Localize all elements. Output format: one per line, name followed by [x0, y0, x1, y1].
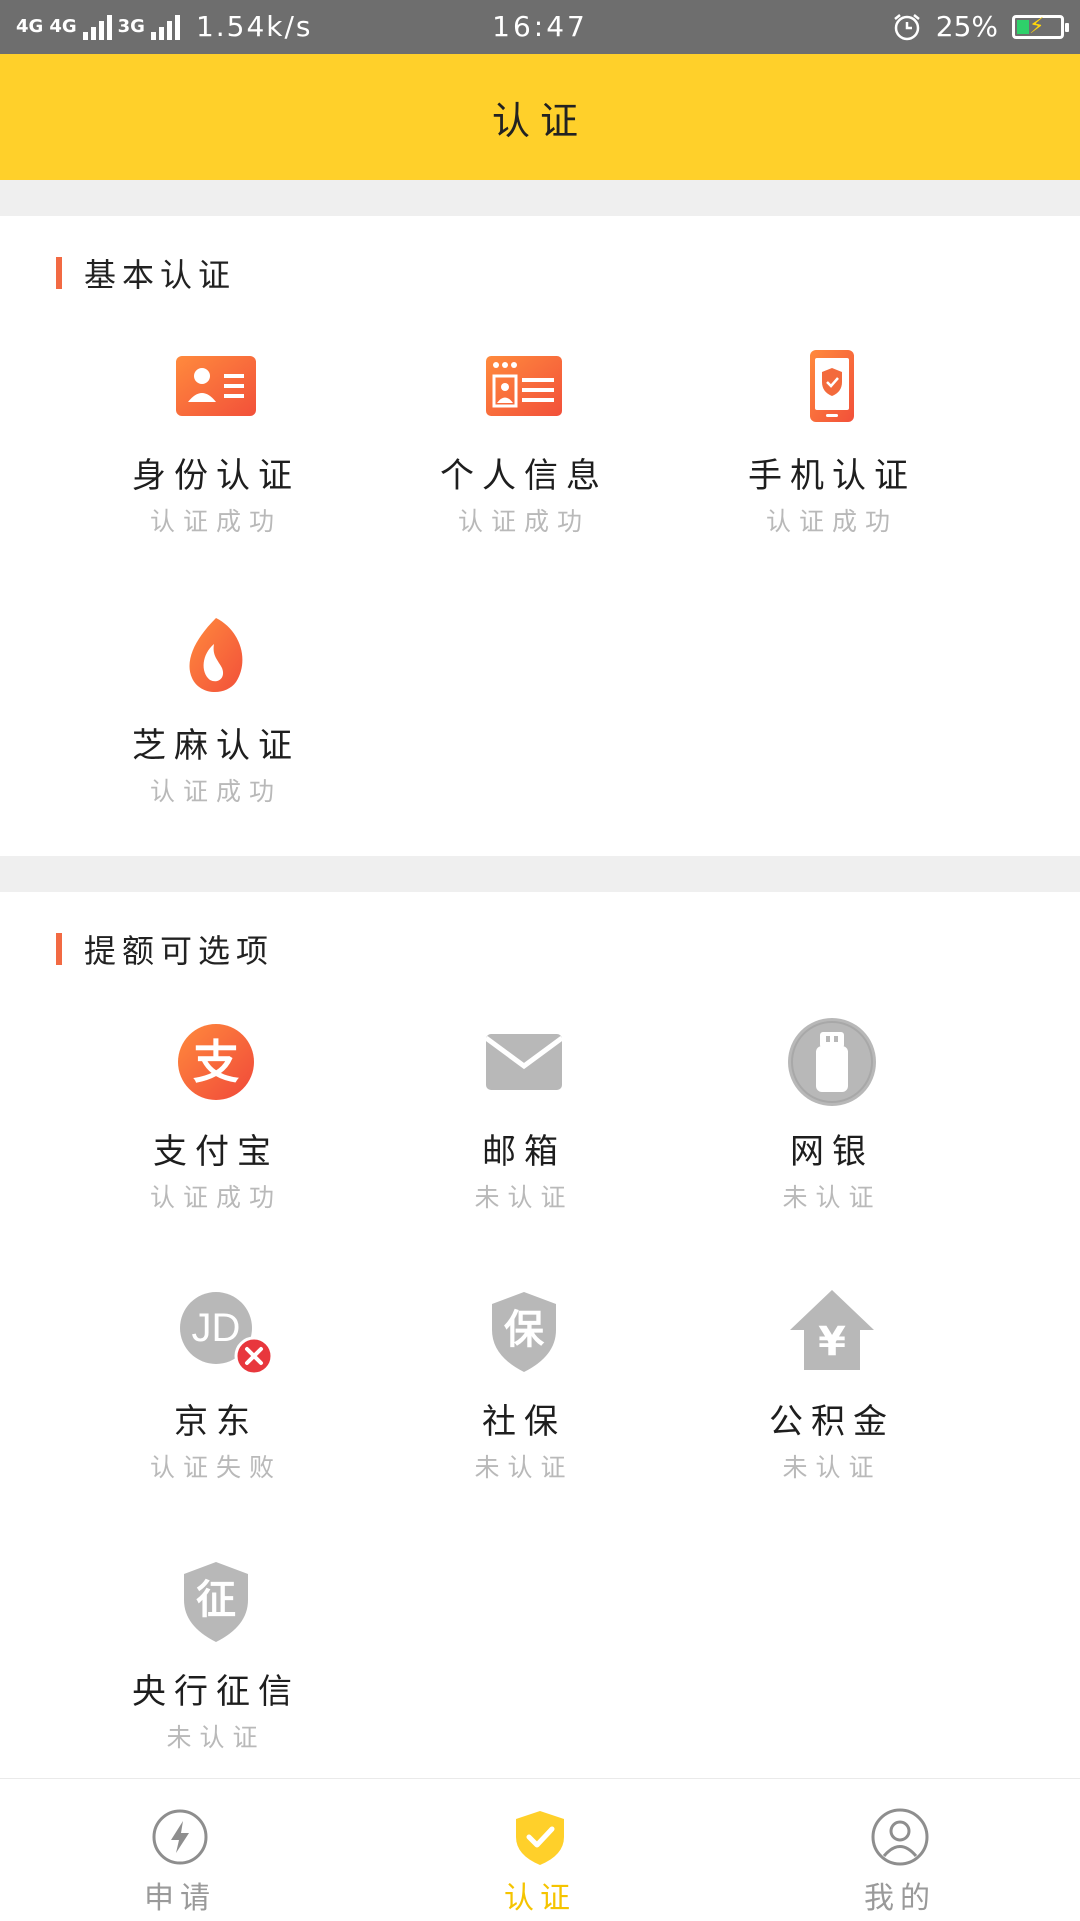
browser-profile-icon	[478, 340, 570, 432]
tile-jd[interactable]: JD 京东 认证失败	[66, 1286, 366, 1484]
tile-label: 支付宝	[153, 1132, 279, 1172]
tile-status: 认证成功	[765, 507, 898, 536]
tile-label: 手机认证	[748, 456, 916, 496]
section-title: 基本认证	[84, 256, 237, 294]
alipay-icon: 支	[170, 1016, 262, 1108]
social-security-icon: 保	[478, 1286, 570, 1378]
sesame-icon	[170, 610, 262, 702]
tile-mail[interactable]: 邮箱 未认证	[374, 1016, 674, 1214]
housing-fund-icon: ¥	[786, 1286, 878, 1378]
mail-icon	[478, 1016, 570, 1108]
section-marker	[56, 257, 62, 289]
lightning-icon	[150, 1807, 210, 1867]
tile-online-banking[interactable]: 网银 未认证	[682, 1016, 982, 1214]
jd-icon: JD	[170, 1286, 274, 1378]
tile-alipay[interactable]: 支 支付宝 认证成功	[66, 1016, 366, 1214]
tab-apply[interactable]: 申请	[0, 1779, 360, 1921]
tab-label: 申请	[144, 1881, 216, 1916]
status-bar: 4G 4G 3G 1.54k/s 16:47 25% ⚡	[0, 0, 1080, 54]
failed-icon	[234, 1336, 274, 1376]
tile-status: 认证成功	[457, 507, 590, 536]
tile-label: 邮箱	[482, 1132, 566, 1172]
tile-personal-info[interactable]: 个人信息 认证成功	[374, 340, 674, 538]
tile-label: 网银	[790, 1132, 874, 1172]
tile-housing-fund[interactable]: ¥ 公积金 未认证	[682, 1286, 982, 1484]
section-header: 基本认证	[56, 250, 236, 296]
usb-key-icon	[786, 1016, 878, 1108]
tab-verify[interactable]: 认证	[360, 1779, 720, 1921]
tile-social-security[interactable]: 保 社保 未认证	[374, 1286, 674, 1484]
tile-label: 京东	[174, 1402, 258, 1442]
id-card-icon	[170, 340, 262, 432]
tile-status: 认证成功	[149, 1183, 282, 1212]
tile-status: 认证成功	[149, 777, 282, 806]
credit-glyph: 征	[196, 1577, 236, 1623]
tile-status: 未认证	[166, 1723, 266, 1752]
tile-status: 未认证	[474, 1453, 574, 1482]
tile-status: 认证失败	[149, 1453, 282, 1482]
page-title: 认证	[491, 98, 588, 143]
optional-section: 提额可选项 支 支付宝 认证成功 邮箱 未认证 网银 未认证 JD 京东 认证失…	[0, 892, 1080, 1778]
shield-check-icon	[510, 1807, 570, 1867]
bottom-tab-bar: 申请 认证 我的	[0, 1778, 1080, 1921]
section-marker	[56, 933, 62, 965]
tab-label: 认证	[504, 1881, 576, 1916]
tile-credit-report[interactable]: 征 央行征信 未认证	[66, 1556, 366, 1754]
alipay-glyph: 支	[193, 1035, 239, 1089]
tile-label: 公积金	[769, 1402, 895, 1442]
tile-status: 未认证	[782, 1453, 882, 1482]
tile-label: 身份认证	[132, 456, 300, 496]
tile-identity[interactable]: 身份认证 认证成功	[66, 340, 366, 538]
tile-label: 个人信息	[440, 456, 608, 496]
credit-report-icon: 征	[170, 1556, 262, 1648]
tile-label: 央行征信	[132, 1672, 300, 1712]
tile-status: 未认证	[474, 1183, 574, 1212]
battery-icon: ⚡	[1012, 14, 1069, 39]
tab-label: 我的	[864, 1881, 936, 1916]
tile-label: 社保	[482, 1402, 566, 1442]
tile-phone[interactable]: 手机认证 认证成功	[682, 340, 982, 538]
tile-sesame[interactable]: 芝麻认证 认证成功	[66, 610, 366, 808]
tile-status: 未认证	[782, 1183, 882, 1212]
section-title: 提额可选项	[84, 932, 275, 970]
user-icon	[870, 1807, 930, 1867]
basic-auth-section: 基本认证 身份认证 认证成功 个人信息 认证成功 手机认证 认证成功 芝麻认证 …	[0, 216, 1080, 856]
phone-shield-icon	[786, 340, 878, 432]
app-header: 认证	[0, 54, 1080, 180]
social-glyph: 保	[504, 1307, 544, 1353]
tile-status: 认证成功	[149, 507, 282, 536]
section-header: 提额可选项	[56, 926, 274, 972]
fund-glyph: ¥	[818, 1319, 846, 1365]
alarm-icon	[893, 13, 920, 40]
tile-label: 芝麻认证	[132, 726, 300, 766]
battery-level: 25%	[935, 10, 998, 43]
tab-mine[interactable]: 我的	[720, 1779, 1080, 1921]
